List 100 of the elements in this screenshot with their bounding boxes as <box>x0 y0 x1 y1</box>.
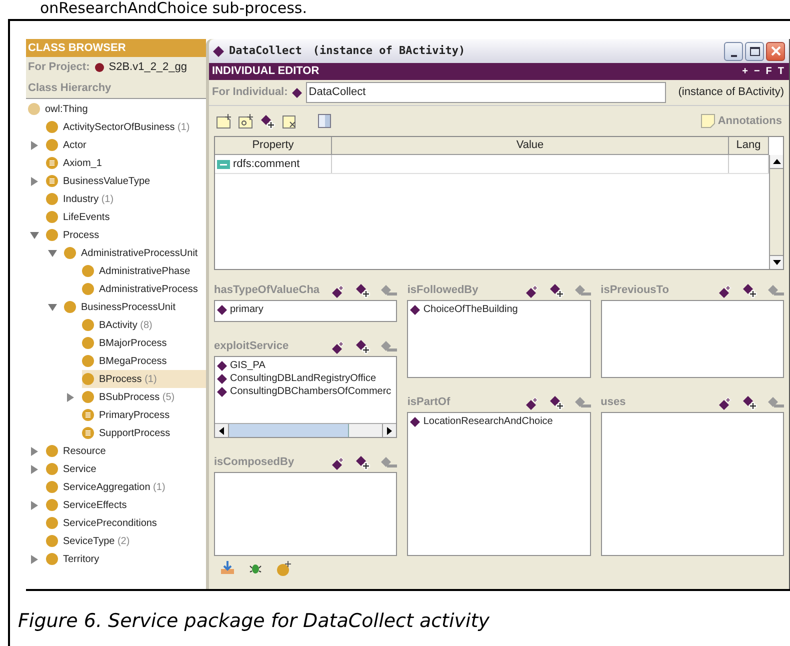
tree-item[interactable]: BProcess (1) <box>82 370 206 388</box>
slot-value-list[interactable]: GIS_PA ConsultingDBLandRegistryOffice ConsultingDBChambersOfCommerc <box>214 356 398 438</box>
slot-value-list[interactable]: LocationResearchAndChoice <box>407 412 591 556</box>
tree-item[interactable]: BusinessValueType <box>46 172 158 190</box>
new-document-icon[interactable] <box>238 114 254 128</box>
tree-item[interactable]: SeviceType (2) <box>46 532 138 550</box>
expanded-arrow-icon[interactable] <box>30 230 39 240</box>
create-instance-icon[interactable] <box>332 284 346 298</box>
import-icon[interactable] <box>220 561 235 575</box>
tree-item[interactable]: ServiceAggregation (1) <box>46 478 174 496</box>
tree-item[interactable]: BMegaProcess <box>82 352 175 370</box>
tree-item[interactable]: Service <box>46 460 104 478</box>
bug-icon[interactable] <box>249 562 262 574</box>
scroll-down-icon[interactable] <box>772 260 780 265</box>
create-instance-icon[interactable] <box>718 284 733 298</box>
slot-label: exploitService <box>214 338 289 354</box>
tree-item[interactable]: Resource <box>46 442 114 460</box>
header-button[interactable]: T <box>778 66 784 76</box>
tree-item[interactable]: ServicePreconditions <box>46 514 165 532</box>
create-instance-icon[interactable] <box>332 456 346 470</box>
tree-item[interactable]: BActivity (8) <box>82 316 160 334</box>
tree-item[interactable]: owl:Thing <box>28 100 96 118</box>
maximize-button[interactable] <box>745 42 764 60</box>
collapsed-arrow-icon[interactable] <box>30 464 39 474</box>
add-instance-icon[interactable] <box>356 284 372 298</box>
panel-header: CLASS BROWSER <box>26 39 206 57</box>
add-instance-icon[interactable] <box>550 396 565 410</box>
property-icon <box>217 160 230 168</box>
add-instance-icon[interactable] <box>356 456 372 470</box>
tree-item[interactable]: PrimaryProcess <box>82 406 178 424</box>
tree-item[interactable]: Territory <box>46 550 108 568</box>
create-instance-icon[interactable] <box>718 396 733 410</box>
new-note-icon[interactable] <box>216 114 232 128</box>
panel-icon[interactable] <box>318 114 331 128</box>
slot-label: uses <box>600 394 626 410</box>
slot-value[interactable]: ConsultingDBChambersOfCommerc <box>230 384 392 399</box>
create-instance-icon[interactable] <box>332 340 346 354</box>
column-header[interactable]: Property <box>215 137 332 154</box>
create-instance-icon[interactable] <box>526 284 540 298</box>
collapsed-arrow-icon[interactable] <box>30 446 39 456</box>
horizontal-scrollbar[interactable] <box>215 423 396 437</box>
defined-class-icon <box>46 175 58 187</box>
tree-item[interactable]: SupportProcess <box>82 424 178 442</box>
tree-item[interactable]: LifeEvents <box>46 208 118 226</box>
add-instance-icon[interactable] <box>550 284 565 298</box>
header-button[interactable]: − <box>754 66 760 76</box>
column-header[interactable]: Value <box>332 137 729 154</box>
class-circle-icon <box>82 319 94 331</box>
slot-value[interactable]: ConsultingDBLandRegistryOffice <box>230 371 376 386</box>
scroll-right-icon[interactable] <box>387 426 392 434</box>
add-instance-icon[interactable] <box>260 114 276 128</box>
class-circle-icon <box>82 265 94 277</box>
tree-item[interactable]: Actor <box>46 136 94 154</box>
tree-item[interactable]: AdministrativeProcess <box>82 280 206 298</box>
collapsed-arrow-icon[interactable] <box>30 554 39 564</box>
new-class-icon[interactable] <box>276 560 292 576</box>
individual-name-field[interactable]: DataCollect <box>306 82 666 103</box>
add-instance-icon[interactable] <box>356 340 372 354</box>
collapsed-arrow-icon[interactable] <box>30 176 39 186</box>
tree-item[interactable]: AdministrativePhase <box>82 262 198 280</box>
tree-item[interactable]: BusinessProcessUnit <box>64 298 184 316</box>
tree-item[interactable]: BMajorProcess <box>82 334 175 352</box>
tree-item[interactable]: Process <box>46 226 108 244</box>
individual-label: For Individual: <box>212 85 288 100</box>
collapsed-arrow-icon[interactable] <box>66 392 75 402</box>
tree-item[interactable]: ActivitySectorOfBusiness (1) <box>46 118 198 136</box>
collapsed-arrow-icon[interactable] <box>30 500 39 510</box>
add-instance-icon[interactable] <box>742 396 758 410</box>
slot-value[interactable]: primary <box>230 302 264 317</box>
class-circle-icon <box>82 391 94 403</box>
instance-type-label: (instance of BActivity) <box>678 85 785 100</box>
header-button[interactable]: + <box>742 66 748 76</box>
slot-value[interactable]: ChoiceOfTheBuilding <box>423 302 518 317</box>
tree-item[interactable]: Axiom_1 <box>46 154 110 172</box>
tree-item[interactable]: AdministrativeProcessUnit <box>64 244 206 262</box>
vertical-scrollbar[interactable] <box>769 155 783 269</box>
slot-value[interactable]: GIS_PA <box>230 358 266 373</box>
slot-value-list[interactable]: ChoiceOfTheBuilding <box>407 300 591 378</box>
expanded-arrow-icon[interactable] <box>48 302 57 312</box>
tree-item[interactable]: Industry (1) <box>46 190 122 208</box>
column-header[interactable]: Lang <box>729 137 769 154</box>
add-instance-icon[interactable] <box>742 284 758 298</box>
scroll-left-icon[interactable] <box>219 426 224 434</box>
expanded-arrow-icon[interactable] <box>48 248 57 258</box>
create-instance-icon[interactable] <box>526 396 540 410</box>
slot-value[interactable]: LocationResearchAndChoice <box>423 414 553 429</box>
tree-item[interactable]: BSubProcess (5) <box>82 388 183 406</box>
collapsed-arrow-icon[interactable] <box>30 140 39 150</box>
header-button[interactable]: F <box>766 66 772 76</box>
editor-title: INDIVIDUAL EDITOR <box>212 64 320 80</box>
scroll-up-icon[interactable] <box>772 159 780 164</box>
window-subtitle: (instance of BActivity) <box>312 42 466 59</box>
delete-note-icon[interactable] <box>282 114 298 128</box>
class-circle-icon <box>64 247 76 259</box>
slot-value-list[interactable]: primary <box>214 300 398 322</box>
minimize-icon <box>730 54 736 56</box>
tree-item[interactable]: ServiceEffects <box>46 496 135 514</box>
minimize-button[interactable] <box>724 42 743 60</box>
close-button[interactable] <box>766 42 785 60</box>
class-circle-icon <box>46 553 58 565</box>
